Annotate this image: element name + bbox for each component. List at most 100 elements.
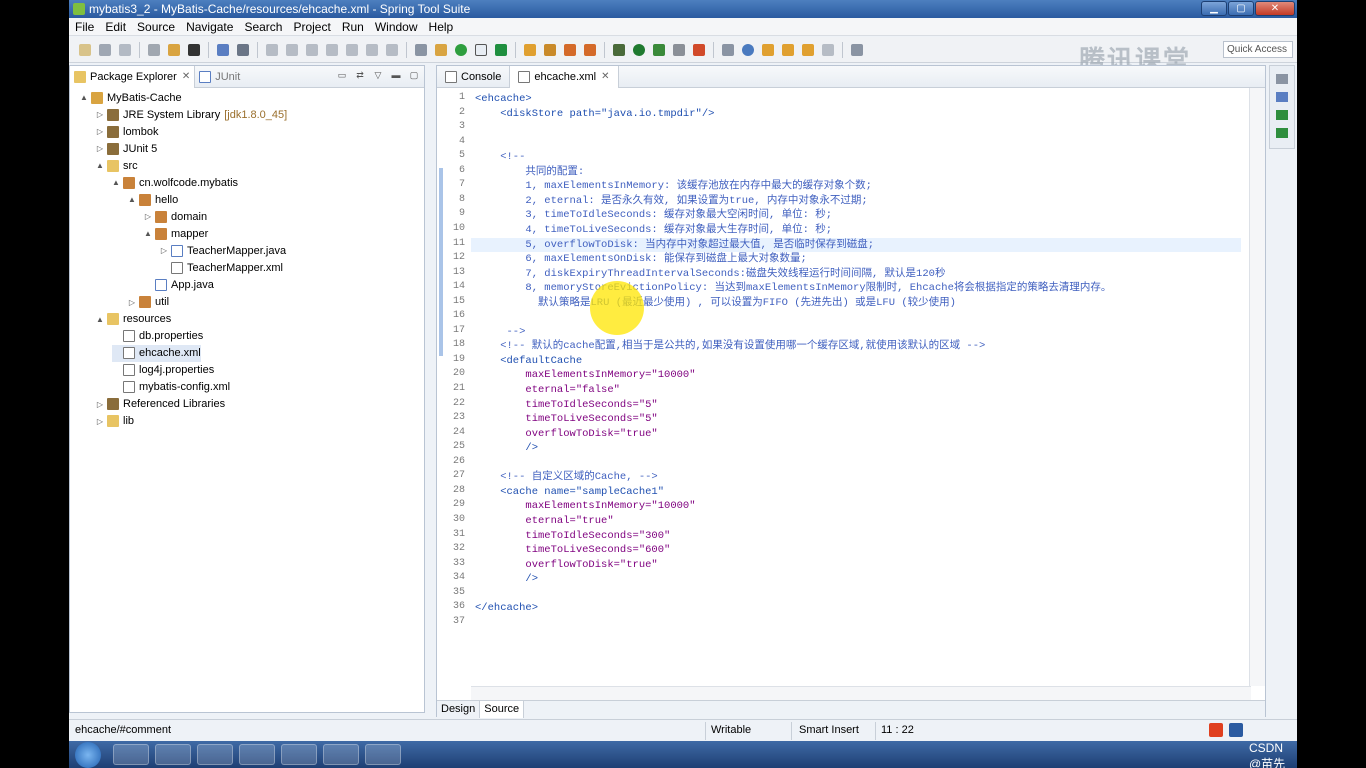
tab-design[interactable]: Design: [437, 701, 481, 718]
print-icon[interactable]: [148, 43, 160, 56]
red-flag-icon[interactable]: [693, 43, 705, 56]
disconnect-icon[interactable]: [326, 43, 338, 56]
step-over-icon[interactable]: [366, 43, 378, 56]
outline-icon[interactable]: [415, 43, 427, 56]
tree-item[interactable]: ▷ lib: [96, 413, 134, 430]
horizontal-scrollbar[interactable]: [471, 686, 1251, 700]
taskbar-app-icon[interactable]: [113, 744, 149, 765]
menu-search[interactable]: Search: [244, 20, 282, 34]
save-all-icon[interactable]: [119, 43, 131, 56]
tree-item[interactable]: App.java: [144, 277, 214, 294]
run-target-icon[interactable]: [188, 43, 200, 56]
menu-help[interactable]: Help: [429, 20, 454, 34]
new-icon[interactable]: [79, 43, 91, 56]
taskbar-chrome-icon[interactable]: [155, 744, 191, 765]
tree-twisty-icon[interactable]: ▲: [128, 195, 136, 204]
tree-twisty-icon[interactable]: ▲: [112, 178, 120, 187]
minimize-icon[interactable]: ▬: [390, 69, 402, 81]
taskbar-explorer-icon[interactable]: [197, 744, 233, 765]
resume-icon[interactable]: [266, 43, 278, 56]
task-icon[interactable]: [524, 43, 536, 56]
servers-icon[interactable]: [1276, 128, 1288, 138]
toggle-icon[interactable]: [475, 43, 487, 56]
debug-as-icon[interactable]: [613, 43, 625, 56]
menu-window[interactable]: Window: [375, 20, 418, 34]
taskbar-spring-icon[interactable]: [365, 744, 401, 765]
tree-item[interactable]: TeacherMapper.xml: [160, 260, 283, 277]
menu-navigate[interactable]: Navigate: [186, 20, 233, 34]
console-icon[interactable]: [217, 43, 229, 56]
back-icon[interactable]: [802, 43, 814, 56]
debug-icon[interactable]: [435, 43, 447, 56]
step-return-icon[interactable]: [386, 43, 398, 56]
tree-twisty-icon[interactable]: ▷: [144, 212, 152, 221]
suspend-icon[interactable]: [286, 43, 298, 56]
view-menu-icon[interactable]: ▽: [372, 69, 384, 81]
tab-package-explorer[interactable]: Package Explorer ✕: [70, 65, 196, 88]
tree-item[interactable]: ▷ TeacherMapper.java: [160, 242, 286, 259]
outline-icon[interactable]: [1276, 74, 1288, 84]
stop-icon[interactable]: [673, 43, 685, 56]
close-icon[interactable]: ✕: [182, 71, 190, 82]
run-icon[interactable]: [633, 43, 645, 56]
spring-explorer-icon[interactable]: [1276, 110, 1288, 120]
skip-breakpoints-icon[interactable]: [237, 43, 249, 56]
tree-item[interactable]: ▲ cn.wolfcode.mybatis: [112, 174, 238, 191]
search-icon[interactable]: [722, 43, 734, 56]
tree-item[interactable]: ▲ resources: [96, 311, 171, 328]
run-external-icon[interactable]: [653, 43, 665, 56]
tree-item[interactable]: ▲ hello: [128, 191, 178, 208]
tab-console[interactable]: Console: [437, 66, 509, 88]
save-icon[interactable]: [99, 43, 111, 56]
collapse-all-icon[interactable]: ▭: [336, 69, 348, 81]
taskbar-app-icon[interactable]: [239, 744, 275, 765]
prev-annotation-icon[interactable]: [782, 43, 794, 56]
tree-item[interactable]: mybatis-config.xml: [112, 379, 230, 396]
tree-twisty-icon[interactable]: ▷: [96, 127, 104, 136]
sogou-ime-icon[interactable]: [1209, 723, 1223, 737]
tree-item[interactable]: ▷ lombok: [96, 123, 158, 140]
forward-icon[interactable]: [822, 43, 834, 56]
step-into-icon[interactable]: [346, 43, 358, 56]
tab-ehcache-xml[interactable]: ehcache.xml ✕: [509, 65, 619, 88]
tree-twisty-icon[interactable]: ▲: [80, 93, 88, 102]
tree-twisty-icon[interactable]: ▲: [96, 161, 104, 170]
close-button[interactable]: ✕: [1255, 1, 1295, 16]
server-start-icon[interactable]: [584, 43, 596, 56]
start-button[interactable]: [75, 742, 101, 768]
tree-twisty-icon[interactable]: ▷: [96, 110, 104, 119]
tree-twisty-icon[interactable]: ▲: [144, 229, 152, 238]
tree-item[interactable]: ▲ MyBatis-Cache: [80, 89, 182, 106]
ime-mode-icon[interactable]: [1229, 723, 1243, 737]
tree-twisty-icon[interactable]: ▷: [128, 298, 136, 307]
tree-twisty-icon[interactable]: ▷: [160, 246, 168, 255]
menu-edit[interactable]: Edit: [105, 20, 126, 34]
tab-source[interactable]: Source: [480, 701, 525, 718]
open-task-icon[interactable]: [544, 43, 556, 56]
perspective-icon[interactable]: [851, 43, 863, 56]
menu-run[interactable]: Run: [342, 20, 364, 34]
green-circle-icon[interactable]: [455, 43, 467, 56]
tab-junit[interactable]: JUnit: [195, 70, 244, 83]
tree-item[interactable]: ▲ mapper: [144, 225, 208, 242]
maximize-icon[interactable]: ▢: [408, 69, 420, 81]
tree-twisty-icon[interactable]: ▲: [96, 315, 104, 324]
tree-twisty-icon[interactable]: ▷: [96, 144, 104, 153]
maximize-button[interactable]: ▢: [1228, 1, 1254, 16]
minimize-button[interactable]: ▁: [1201, 1, 1227, 16]
tree-item[interactable]: ▷ util: [128, 294, 169, 311]
tree-twisty-icon[interactable]: ▷: [96, 417, 104, 426]
new-server-icon[interactable]: [564, 43, 576, 56]
tree-item[interactable]: ▷ Referenced Libraries: [96, 396, 225, 413]
terminate-icon[interactable]: [306, 43, 318, 56]
tree-item[interactable]: log4j.properties: [112, 362, 214, 379]
link-editor-icon[interactable]: ⇄: [354, 69, 366, 81]
menu-project[interactable]: Project: [293, 20, 330, 34]
tree-twisty-icon[interactable]: ▷: [96, 400, 104, 409]
next-annotation-icon[interactable]: [762, 43, 774, 56]
code-area[interactable]: 1 <ehcache> 2 <diskStore path="java.io.tmp…: [453, 88, 1241, 686]
tree-item[interactable]: ▷ JRE System Library [jdk1.8.0_45]: [96, 106, 287, 123]
close-icon[interactable]: ✕: [601, 71, 609, 82]
taskbar-app-icon[interactable]: [281, 744, 317, 765]
spring-icon[interactable]: [495, 43, 507, 56]
